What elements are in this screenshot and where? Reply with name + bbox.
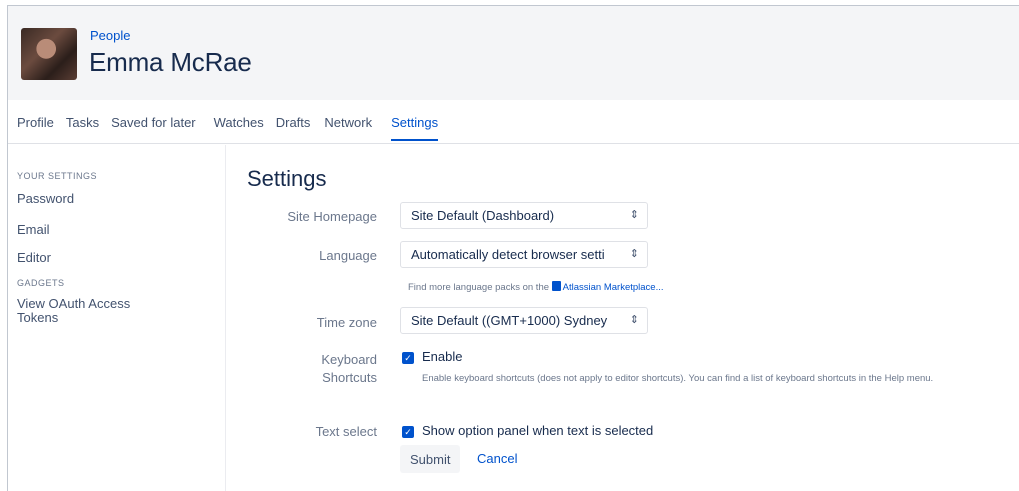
- language-label: Language: [319, 248, 377, 263]
- time-zone-value: Site Default ((GMT+1000) Sydney: [411, 313, 608, 328]
- profile-tabs: Profile Tasks Saved for later Watches Dr…: [8, 100, 1019, 144]
- tab-watches[interactable]: Watches: [214, 105, 264, 141]
- text-select-option-label: Show option panel when text is selected: [422, 423, 654, 438]
- language-hint-text: Find more language packs on the: [408, 282, 550, 293]
- submit-button[interactable]: Submit: [400, 445, 461, 473]
- text-select-label: Text select: [315, 424, 377, 439]
- site-homepage-value: Site Default (Dashboard): [411, 208, 555, 223]
- keyboard-shortcuts-checkbox[interactable]: ✓: [402, 352, 414, 364]
- site-homepage-select[interactable]: Site Default (Dashboard) ⇕: [400, 202, 648, 229]
- keyboard-shortcuts-description: Enable keyboard shortcuts (does not appl…: [422, 373, 934, 384]
- keyboard-enable-label: Enable: [422, 349, 463, 364]
- time-zone-select[interactable]: Site Default ((GMT+1000) Sydney ⇕: [400, 307, 648, 334]
- sidebar-heading-your-settings: YOUR SETTINGS: [17, 171, 98, 181]
- settings-form: Settings Site Homepage Site Default (Das…: [247, 145, 1019, 491]
- breadcrumb-people-link[interactable]: People: [90, 28, 130, 43]
- oauth-label-line2: Tokens: [17, 310, 59, 325]
- tab-drafts[interactable]: Drafts: [276, 105, 311, 141]
- tab-network[interactable]: Network: [324, 105, 372, 141]
- tab-profile[interactable]: Profile: [17, 105, 54, 141]
- language-hint: Find more language packs on the Atlassia…: [408, 281, 664, 293]
- text-select-checkbox[interactable]: ✓: [402, 426, 414, 438]
- tab-saved-for-later[interactable]: Saved for later: [111, 105, 196, 141]
- atlassian-marketplace-link[interactable]: Atlassian Marketplace...: [563, 282, 664, 293]
- sidebar-item-editor[interactable]: Editor: [17, 250, 51, 265]
- select-arrows-icon: ⇕: [629, 314, 639, 326]
- cancel-link[interactable]: Cancel: [477, 451, 517, 466]
- window-frame: People Emma McRae Profile Tasks Saved fo…: [7, 5, 1019, 491]
- page-title: Emma McRae: [89, 47, 252, 77]
- language-select[interactable]: Automatically detect browser setti ⇕: [400, 241, 648, 268]
- language-value: Automatically detect browser setti: [411, 247, 605, 262]
- time-zone-label: Time zone: [316, 315, 377, 330]
- keyboard-label-line1: Keyboard: [321, 352, 377, 367]
- oauth-label-line1: View OAuth Access: [17, 296, 131, 311]
- select-arrows-icon: ⇕: [629, 209, 639, 221]
- keyboard-label-line2: Shortcuts: [322, 370, 377, 385]
- sidebar-item-email[interactable]: Email: [17, 222, 50, 237]
- user-avatar[interactable]: [21, 28, 77, 80]
- sidebar-heading-gadgets: GADGETS: [17, 278, 65, 288]
- marketplace-icon: [551, 281, 561, 291]
- sidebar-item-password[interactable]: Password: [17, 191, 74, 206]
- settings-sidebar: YOUR SETTINGS Password Email Editor GADG…: [8, 145, 226, 491]
- profile-header: People Emma McRae: [8, 6, 1019, 100]
- keyboard-shortcuts-label: Keyboard Shortcuts: [237, 351, 377, 387]
- site-homepage-label: Site Homepage: [287, 209, 377, 224]
- tab-settings[interactable]: Settings: [391, 105, 439, 141]
- tab-tasks[interactable]: Tasks: [66, 105, 99, 141]
- sidebar-item-oauth-tokens[interactable]: View OAuth Access Tokens: [17, 297, 130, 325]
- select-arrows-icon: ⇕: [629, 248, 639, 260]
- settings-heading: Settings: [247, 166, 327, 191]
